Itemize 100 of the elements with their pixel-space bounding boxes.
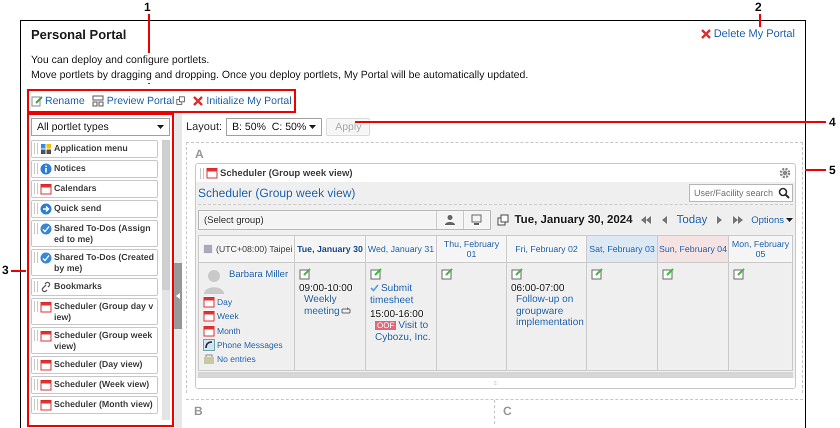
timezone-text: (UTC+08:00) Taipei (216, 244, 292, 254)
callout-number: 3 (2, 264, 9, 276)
calendar-icon (203, 296, 215, 308)
portlet-item[interactable]: Scheduler (Day view) (31, 356, 158, 374)
add-entry-icon (511, 268, 523, 280)
portlet-header: Scheduler (Group week view) (220, 168, 354, 178)
settings-icon (779, 167, 791, 179)
layout-select[interactable]: B: 50% C: 50% (226, 118, 322, 136)
search-field[interactable]: User/Facility search (689, 184, 793, 202)
portlet-item[interactable]: Bookmarks (31, 278, 158, 296)
caret-icon (786, 218, 793, 222)
event-time: 15:00-16:00 (370, 309, 424, 320)
callout-number: 5 (829, 164, 836, 176)
portlet-item[interactable]: Notices (31, 160, 158, 178)
callout-line (148, 14, 150, 84)
add-entry-icon (299, 268, 311, 280)
info-icon (40, 163, 52, 175)
layout-icon (90, 95, 105, 107)
person-icon (444, 214, 456, 226)
day-header[interactable]: Tue, January 30 (295, 236, 366, 263)
add-entry-icon (662, 268, 674, 280)
caret-icon (157, 125, 164, 129)
portlet-type-select[interactable]: All portlet types (31, 118, 170, 136)
layout-label: Layout: (186, 121, 222, 133)
day-header[interactable]: Sat, February 03 (587, 236, 658, 263)
day-header[interactable]: Thu, February 01 (437, 236, 507, 263)
event-link[interactable]: OOF Visit to Cybozu, Inc. (370, 320, 432, 343)
zone-label: A (195, 147, 205, 163)
options-menu[interactable]: Options (751, 214, 793, 226)
todo-link[interactable]: Submit timesheet (370, 283, 432, 306)
calendar-icon (203, 324, 215, 336)
user-link[interactable]: Month (203, 324, 290, 337)
event-time: 09:00-10:00 (299, 283, 354, 294)
previous-week-icon (638, 214, 653, 226)
close-icon (192, 95, 204, 107)
scrollbar[interactable] (198, 372, 793, 378)
portlet-title-link[interactable]: Scheduler (Group week view) (198, 186, 356, 200)
phone-icon (203, 338, 215, 351)
caret-icon (309, 125, 316, 129)
event-link[interactable]: Follow-up on groupware implementation (511, 294, 582, 328)
user-link[interactable]: Phone Messages (203, 338, 290, 351)
date-text: Tue, January 30, 2024 (514, 214, 633, 226)
calendar-icon (206, 167, 218, 179)
grid-icon (40, 143, 52, 155)
portlet-item[interactable]: Shared To-Dos (Assigned to me) (31, 220, 158, 247)
avatar-icon (203, 268, 225, 294)
calendar-icon (40, 379, 52, 391)
link-icon (40, 281, 52, 293)
today-link[interactable]: Today (676, 214, 708, 226)
collapse-handle[interactable] (174, 113, 182, 428)
search-icon (778, 187, 790, 199)
calendar-icon (40, 301, 52, 313)
portlet-item[interactable]: Shared To-Dos (Created by me) (31, 249, 158, 276)
callout-number: 4 (829, 116, 836, 128)
zone-label: B (194, 404, 204, 420)
event-link[interactable]: Weekly meeting (299, 294, 361, 317)
delete-portal-link[interactable]: Delete My Portal (700, 28, 795, 40)
event-time: 06:00-07:00 (511, 283, 566, 294)
add-entry-icon (441, 268, 453, 280)
calendar-icon (40, 183, 52, 195)
scrollbar[interactable] (162, 140, 170, 420)
add-entry-icon (591, 268, 603, 280)
day-header[interactable]: Sun, February 04 (658, 236, 729, 263)
day-header[interactable]: Wed, January 31 (366, 236, 437, 263)
calendar-icon (40, 359, 52, 371)
portlet-item[interactable]: Scheduler (Week view) (31, 376, 158, 394)
calendar-icon (40, 330, 52, 342)
edit-icon (31, 95, 43, 107)
close-icon (700, 28, 712, 40)
toolbar-link[interactable]: Preview Portal (90, 95, 186, 107)
toolbar-link[interactable]: Rename (31, 95, 85, 107)
callout-line (759, 14, 761, 27)
portlet-item[interactable]: Application menu (31, 140, 158, 158)
callout-number: 1 (144, 1, 151, 13)
page-title: Personal Portal (31, 26, 126, 42)
zone-label: C (503, 404, 513, 420)
tray-icon (203, 352, 215, 365)
description-text: Move portlets by dragging and dropping. Once you deploy portlets, My Portal will be automatically updated. (31, 68, 528, 83)
day-header[interactable]: Mon, February 05 (729, 236, 793, 263)
group-select[interactable]: (Select group) (198, 210, 490, 230)
portlet-item[interactable]: Scheduler (Month view) (31, 396, 158, 414)
arrow-circle-icon (40, 203, 52, 215)
user-name-link[interactable]: Barbara Miller (229, 269, 288, 280)
copy-icon (496, 214, 508, 226)
popup-icon (176, 96, 186, 106)
portlet-item[interactable]: Quick send (31, 200, 158, 218)
callout-number: 2 (755, 1, 762, 13)
calendar-icon (40, 399, 52, 411)
next-week-icon (731, 214, 746, 226)
user-link[interactable]: No entries (203, 352, 290, 366)
portlet-item[interactable]: Scheduler (Group week view) (31, 327, 158, 354)
portlet-item[interactable]: Scheduler (Group day view) (31, 298, 158, 325)
description-text: You can deploy and configure portlets. (31, 53, 210, 68)
calendar-icon (203, 310, 215, 322)
user-link[interactable]: Week (203, 310, 290, 322)
toolbar-link[interactable]: Initialize My Portal (192, 95, 292, 107)
user-link[interactable]: Day (203, 296, 290, 308)
day-header[interactable]: Fri, February 02 (507, 236, 587, 263)
add-entry-icon (370, 268, 382, 280)
portlet-item[interactable]: Calendars (31, 180, 158, 198)
